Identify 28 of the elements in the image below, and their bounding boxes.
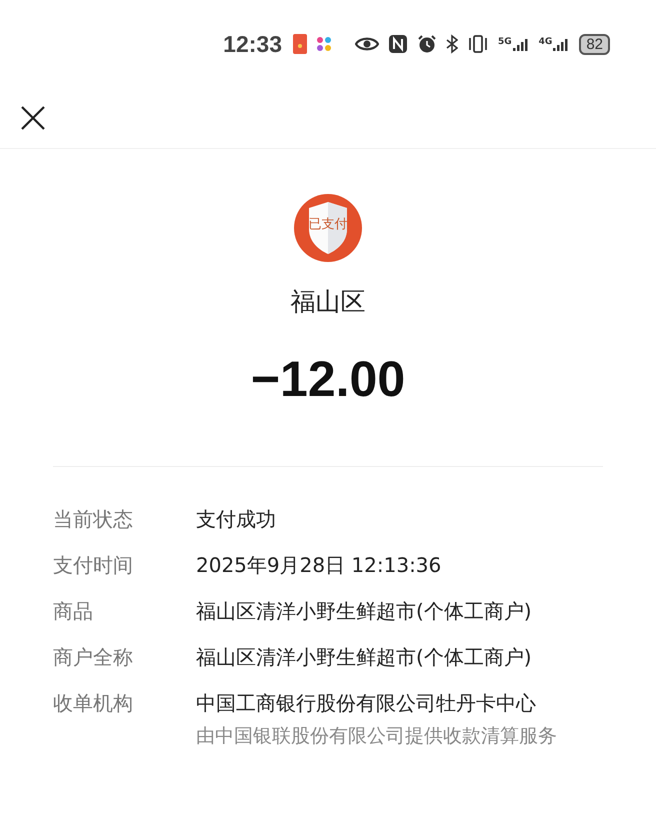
detail-value: 福山区清洋小野生鲜超市(个体工商户): [196, 644, 533, 671]
eye-icon: [355, 36, 379, 52]
alarm-icon: [417, 34, 437, 54]
detail-label: 当前状态: [53, 506, 134, 533]
detail-label: 商品: [53, 598, 94, 625]
detail-note: 由中国银联股份有限公司提供收款清算服务: [196, 724, 558, 749]
paid-badge: 已支付: [293, 193, 363, 263]
signal-icon: [553, 37, 570, 51]
detail-value: 2025年9月28日 12:13:36: [196, 552, 442, 579]
merchant-name: 福山区: [290, 286, 366, 318]
detail-value: 中国工商银行股份有限公司牡丹卡中心: [196, 690, 537, 717]
detail-label: 支付时间: [53, 552, 134, 579]
network-type: 4G: [538, 37, 552, 47]
network-type: 5G: [498, 37, 512, 47]
bluetooth-icon: [446, 34, 458, 54]
detail-label: 收单机构: [53, 690, 134, 717]
app-notification-icon: [293, 34, 307, 54]
app-notification-icon: [316, 36, 332, 52]
battery-level: 82: [579, 34, 610, 54]
close-icon[interactable]: [20, 105, 46, 131]
payment-amount: −12.00: [250, 350, 406, 408]
detail-label: 商户全称: [53, 644, 134, 671]
detail-value: 支付成功: [196, 506, 277, 533]
status-time: 12:33: [223, 30, 282, 58]
vibrate-icon: [467, 34, 489, 54]
nfc-icon: [388, 34, 408, 54]
detail-value: 福山区清洋小野生鲜超市(个体工商户): [196, 598, 533, 625]
signal-icon: [512, 37, 530, 51]
